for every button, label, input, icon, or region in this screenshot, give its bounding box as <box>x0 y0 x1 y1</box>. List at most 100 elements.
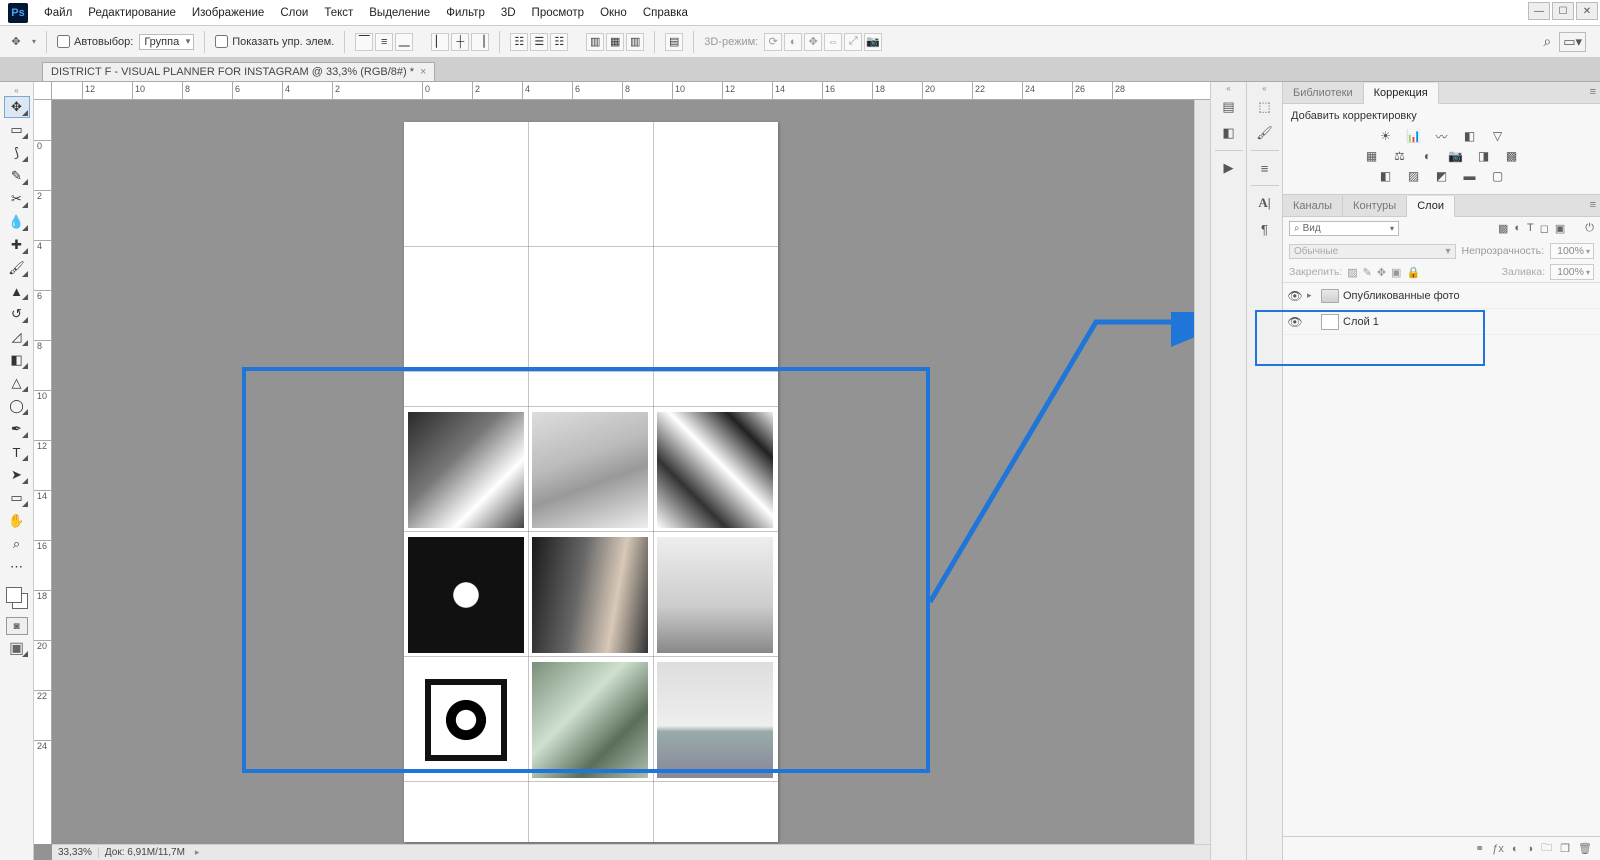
document-info[interactable]: Док: 6,91M/11,7M <box>99 847 191 858</box>
filter-adjust-icon[interactable]: ◐ <box>1514 222 1521 235</box>
menu-edit[interactable]: Редактирование <box>80 7 184 19</box>
ruler-horizontal[interactable]: 12 10 8 6 4 2 0 2 4 6 8 10 12 14 16 18 2… <box>52 82 1210 100</box>
menu-filter[interactable]: Фильтр <box>438 7 493 19</box>
stamp-tool[interactable]: ▲ <box>4 280 30 302</box>
workspace-switch-icon[interactable]: ▭▾ <box>1559 32 1586 52</box>
group-disclosure-icon[interactable]: ▸ <box>1307 290 1317 301</box>
tab-channels[interactable]: Каналы <box>1283 196 1343 216</box>
quick-select-tool[interactable]: ✎ <box>4 165 30 187</box>
menu-3d[interactable]: 3D <box>493 7 524 19</box>
path-select-tool[interactable]: ➤ <box>4 464 30 486</box>
levels-adj-icon[interactable]: 📊 <box>1405 128 1423 144</box>
edit-toolbar-icon[interactable]: ⋯ <box>4 556 30 578</box>
menu-select[interactable]: Выделение <box>361 7 438 19</box>
ruler-vertical[interactable]: 0 2 4 6 8 10 12 14 16 18 20 22 24 <box>34 100 52 844</box>
layer-group-published[interactable]: 👁 ▸ Опубликованные фото <box>1283 283 1600 309</box>
history-panel-icon[interactable]: ▤ <box>1217 96 1241 118</box>
search-icon[interactable]: ⌕ <box>1543 33 1551 50</box>
menu-help[interactable]: Справка <box>635 7 696 19</box>
align-hcenter-icon[interactable]: ┼ <box>451 33 469 51</box>
type-tool[interactable]: T <box>4 441 30 463</box>
move-tool[interactable]: ✥ <box>4 96 30 118</box>
menu-window[interactable]: Окно <box>592 7 635 19</box>
tab-layers[interactable]: Слои <box>1407 196 1455 217</box>
align-vcenter-icon[interactable]: ≡ <box>375 33 393 51</box>
window-minimize-button[interactable]: — <box>1528 2 1550 20</box>
document-tab[interactable]: DISTRICT F - VISUAL PLANNER FOR INSTAGRA… <box>42 62 435 81</box>
dock-collapse-icon[interactable]: « <box>1226 84 1230 92</box>
layer-visibility-icon[interactable]: 👁 <box>1287 289 1303 303</box>
grid-photo-7[interactable] <box>408 662 524 778</box>
layer-kind-select[interactable]: ⌕ Вид ▾ <box>1289 221 1399 236</box>
guide-horizontal[interactable] <box>404 531 778 532</box>
new-layer-icon[interactable]: ❐ <box>1560 842 1570 855</box>
healing-tool[interactable]: ✚ <box>4 234 30 256</box>
link-layers-icon[interactable]: ⚭ <box>1475 842 1484 855</box>
align-right-icon[interactable]: ▕ <box>471 33 489 51</box>
lock-transparent-icon[interactable]: ▨ <box>1347 266 1357 279</box>
grid-photo-8[interactable] <box>532 662 648 778</box>
grid-photo-9[interactable] <box>657 662 773 778</box>
pen-tool[interactable]: ✒ <box>4 418 30 440</box>
grid-photo-5[interactable] <box>532 537 648 653</box>
align-left-icon[interactable]: ▏ <box>431 33 449 51</box>
balance-adj-icon[interactable]: ⚖ <box>1391 148 1409 164</box>
autoselect-checkbox[interactable]: Автовыбор: <box>57 35 133 48</box>
tab-paths[interactable]: Контуры <box>1343 196 1407 216</box>
panel-menu-icon[interactable]: ≡ <box>1590 199 1596 211</box>
dist-hcenter-icon[interactable]: ▦ <box>606 33 624 51</box>
move-tool-icon[interactable]: ✥ <box>6 32 26 52</box>
tools-collapse-icon[interactable]: « <box>2 86 32 94</box>
lock-artboard-icon[interactable]: ▣ <box>1391 266 1401 279</box>
blend-mode-select[interactable]: Обычные <box>1289 244 1456 259</box>
fill-input[interactable]: 100% <box>1550 264 1594 280</box>
lock-paint-icon[interactable]: ✎ <box>1363 266 1372 279</box>
guide-horizontal[interactable] <box>404 246 778 247</box>
align-bottom-icon[interactable]: ⎽ <box>395 33 413 51</box>
eyedropper-tool[interactable]: 💧 <box>4 211 30 233</box>
menu-layers[interactable]: Слои <box>272 7 316 19</box>
gradmap-adj-icon[interactable]: ▬ <box>1461 168 1479 184</box>
layer-fx-icon[interactable]: ƒx <box>1492 843 1504 855</box>
guide-horizontal[interactable] <box>404 781 778 782</box>
menu-view[interactable]: Просмотр <box>524 7 593 19</box>
dist-right-icon[interactable]: ▥ <box>626 33 644 51</box>
filter-toggle-icon[interactable]: ⏻ <box>1585 222 1594 235</box>
vertical-scrollbar[interactable] <box>1194 100 1210 844</box>
new-group-icon[interactable]: 🗀 <box>1541 839 1552 858</box>
document-artboard[interactable] <box>404 122 778 842</box>
marquee-tool[interactable]: ▭ <box>4 119 30 141</box>
grid-photo-1[interactable] <box>408 412 524 528</box>
autoselect-mode-select[interactable]: Группа <box>139 34 194 50</box>
grid-photo-4[interactable] <box>408 537 524 653</box>
properties-panel-icon[interactable]: ◧ <box>1217 122 1241 144</box>
screen-mode-button[interactable]: ▣ <box>6 639 28 657</box>
guide-vertical[interactable] <box>653 122 654 842</box>
dist-left-icon[interactable]: ▥ <box>586 33 604 51</box>
threshold-adj-icon[interactable]: ◩ <box>1433 168 1451 184</box>
lasso-tool[interactable]: ⟆ <box>4 142 30 164</box>
grid-photo-6[interactable] <box>657 537 773 653</box>
color-panel-icon[interactable]: ⬚ <box>1253 96 1277 118</box>
hsl-adj-icon[interactable]: ▦ <box>1363 148 1381 164</box>
photo-filter-adj-icon[interactable]: 📷 <box>1447 148 1465 164</box>
window-maximize-button[interactable]: ☐ <box>1552 2 1574 20</box>
filter-type-icon[interactable]: T <box>1527 222 1534 235</box>
hand-tool[interactable]: ✋ <box>4 510 30 532</box>
opacity-input[interactable]: 100% <box>1550 243 1594 259</box>
layer-name[interactable]: Опубликованные фото <box>1343 290 1460 302</box>
guide-vertical[interactable] <box>528 122 529 842</box>
auto-align-icon[interactable]: ▤ <box>665 33 683 51</box>
zoom-level[interactable]: 33,33% <box>52 847 99 858</box>
gradient-tool[interactable]: ◧ <box>4 349 30 371</box>
show-transform-checkbox[interactable]: Показать упр. элем. <box>215 35 334 48</box>
menu-image[interactable]: Изображение <box>184 7 272 19</box>
bw-adj-icon[interactable]: ◐ <box>1419 148 1437 164</box>
brushes-panel-icon[interactable]: 🖌 <box>1253 122 1277 144</box>
tool-preset-chevron-icon[interactable]: ▾ <box>32 37 36 46</box>
tab-libraries[interactable]: Библиотеки <box>1283 83 1364 103</box>
menu-file[interactable]: Файл <box>36 7 80 19</box>
new-adjustment-layer-icon[interactable]: ◑ <box>1527 843 1534 855</box>
guide-horizontal[interactable] <box>404 371 778 372</box>
layer-thumbnail[interactable] <box>1321 314 1339 330</box>
